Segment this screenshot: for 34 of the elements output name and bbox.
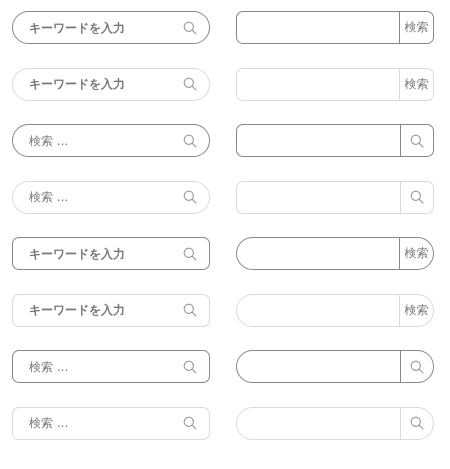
search-button[interactable]: 検索 (399, 68, 433, 100)
search-button[interactable]: 検索 (399, 294, 433, 326)
search-bar[interactable] (236, 350, 434, 383)
search-field[interactable]: 検索 ... (29, 182, 183, 212)
search-bar[interactable]: キーワードを入力 (12, 11, 210, 44)
search-icon[interactable] (183, 190, 197, 204)
search-icon[interactable] (183, 77, 197, 91)
search-bar[interactable]: 検索 ... (12, 350, 210, 383)
search-field[interactable]: キーワードを入力 (29, 12, 183, 43)
search-icon (410, 360, 424, 374)
search-icon[interactable] (183, 416, 197, 430)
search-field[interactable]: キーワードを入力 (29, 238, 183, 269)
search-field[interactable]: 検索 ... (29, 351, 183, 382)
search-bar[interactable]: 検索 (236, 11, 434, 44)
search-bar[interactable]: キーワードを入力 (12, 237, 210, 270)
search-icon[interactable] (183, 246, 197, 260)
search-icon[interactable] (183, 360, 197, 374)
search-icon (410, 416, 424, 430)
search-button[interactable]: 検索 (399, 12, 433, 43)
search-bar[interactable]: 検索 ... (12, 124, 210, 157)
search-bar[interactable]: 検索 (236, 294, 434, 326)
search-icon (410, 190, 424, 204)
search-icon[interactable] (183, 20, 197, 34)
search-bar[interactable]: 検索 (236, 237, 434, 270)
search-field[interactable]: 検索 ... (29, 125, 183, 156)
search-field[interactable]: 検索 ... (29, 408, 183, 438)
search-button[interactable]: 検索 (399, 238, 433, 269)
search-bar[interactable] (236, 124, 434, 157)
search-icon[interactable] (183, 303, 197, 317)
search-icon[interactable] (183, 134, 197, 148)
search-field[interactable]: キーワードを入力 (29, 294, 183, 326)
search-bar[interactable]: 検索 (236, 68, 434, 100)
search-field[interactable]: キーワードを入力 (29, 68, 183, 100)
search-icon (410, 134, 424, 148)
